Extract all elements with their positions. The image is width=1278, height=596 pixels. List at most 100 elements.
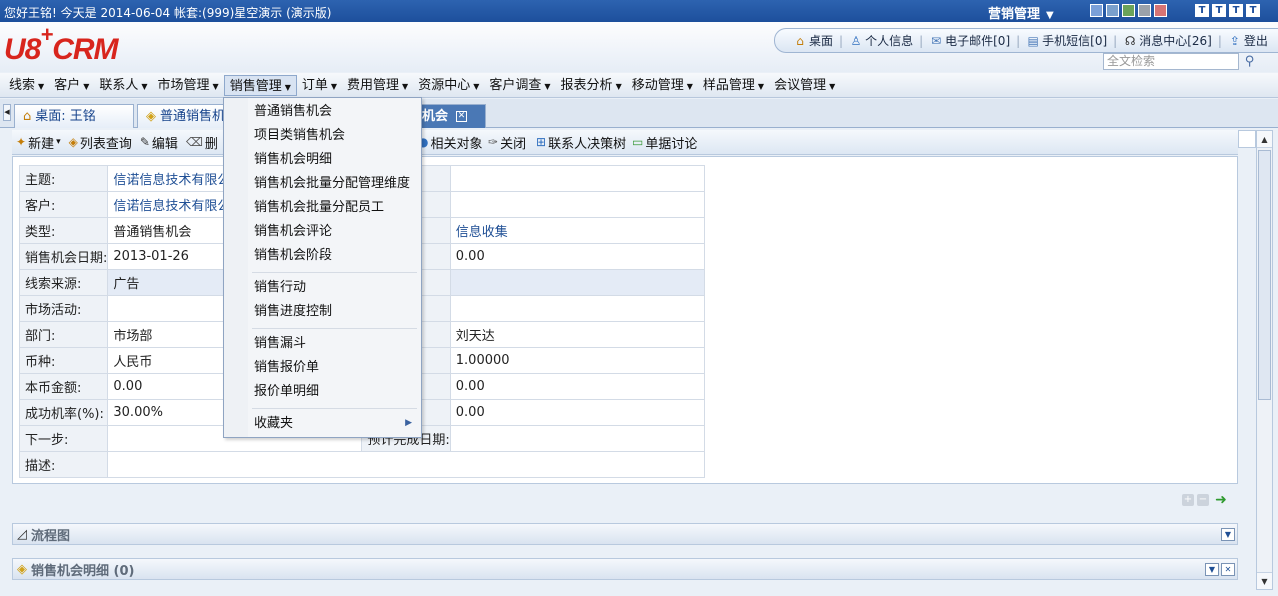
opportunity-icon: ◈ <box>146 108 156 124</box>
field-value: 0.00 <box>449 373 705 400</box>
skin-red[interactable] <box>1154 4 1167 17</box>
menu-item-project-opportunity[interactable]: 项目类销售机会 <box>254 125 345 147</box>
menu-item-favorites[interactable]: 收藏夹 <box>254 413 414 435</box>
menu-item-batch-assign-dimension[interactable]: 销售机会批量分配管理维度 <box>254 173 410 195</box>
top-status-bar: 您好王铭! 今天是 2014-06-04 帐套:(999)星空演示 (演示版) … <box>0 0 1278 22</box>
field-label: 主题: <box>18 165 109 192</box>
contact-decision-tree-button[interactable]: ⊞ 联系人决策树 <box>536 133 626 152</box>
skin-lightblue[interactable] <box>1106 4 1119 17</box>
exchange-rate-value: 1.00000 <box>449 347 705 374</box>
menu-item-sales-progress[interactable]: 销售进度控制 <box>254 301 332 323</box>
record-detail: 主题: 信诺信息技术有限公司 客户: 信诺信息技术有限公司 类型: 普通销售机会 信息收… <box>12 156 1238 484</box>
close-icon[interactable]: ✕ <box>1221 563 1235 576</box>
next-arrow-icon[interactable]: ➜ <box>1212 493 1230 507</box>
menu-item-sales-funnel[interactable]: 销售漏斗 <box>254 333 306 355</box>
logout-icon: ⇪ <box>1229 33 1240 48</box>
detail-panel-title: 销售机会明细 (0) <box>31 563 135 579</box>
menu-item-quotation-detail[interactable]: 报价单明细 <box>254 381 319 403</box>
chart-icon: ◿ <box>17 526 27 542</box>
logout-link[interactable]: ⇪ 登出 <box>1228 32 1268 49</box>
menu-item-batch-assign-employee[interactable]: 销售机会批量分配员工 <box>254 197 384 219</box>
collapse-icon[interactable]: − <box>1197 494 1209 506</box>
sms-link[interactable]: ▤ 手机短信[0] | <box>1026 32 1118 49</box>
close-record-button[interactable]: ✑ 关闭 <box>488 133 526 152</box>
close-icon[interactable]: ✕ <box>456 111 468 122</box>
menu-sales[interactable]: 销售管理 ▼ <box>223 74 297 96</box>
skin-gray[interactable] <box>1138 4 1151 17</box>
module-label: 营销管理 <box>988 7 1041 22</box>
edit-button[interactable]: ✎ 编辑 <box>140 133 178 152</box>
edit-icon: ✎ <box>139 135 150 149</box>
menu-marketing[interactable]: 市场管理 ▼ <box>153 75 224 96</box>
header-links: ⌂ 桌面 | ♙ 个人信息 | ✉ 电子邮件[0] | ▤ 手机短信[0] | ☊ 消息中心[26… <box>774 28 1278 53</box>
message-icon: ☊ <box>1124 33 1136 48</box>
list-query-button[interactable]: ◈ 列表查询 <box>69 133 132 152</box>
new-button[interactable]: ✦ 新建 ▾ <box>16 133 61 152</box>
message-center-link[interactable]: ☊ 消息中心[26] | <box>1123 32 1222 49</box>
u8-crm-logo: U8+CRM <box>4 22 119 66</box>
font-size-button[interactable]: T <box>1195 4 1209 17</box>
menu-item-sales-action[interactable]: 销售行动 <box>254 277 306 299</box>
expected-close-date-value <box>449 425 705 452</box>
scroll-down-icon[interactable]: ▼ <box>1257 572 1272 589</box>
menu-meetings[interactable]: 会议管理 ▼ <box>769 75 840 96</box>
menu-customers[interactable]: 客户 ▼ <box>49 75 94 96</box>
scrollbar-thumb[interactable] <box>1258 150 1271 400</box>
module-switcher[interactable]: 营销管理 ▼ <box>988 3 1054 22</box>
submenu-arrow-icon: ▶ <box>405 418 412 428</box>
discuss-button[interactable]: ▭ 单据讨论 <box>632 133 697 152</box>
app-header: U8+CRM ⌂ 桌面 | ♙ 个人信息 | ✉ 电子邮件[0] | ▤ 手机短信[0] | ☊… <box>0 22 1278 72</box>
chevron-down-icon[interactable]: ▼ <box>1221 528 1235 541</box>
vertical-scrollbar[interactable]: ▲ ▼ <box>1256 130 1273 590</box>
email-link[interactable]: ✉ 电子邮件[0] | <box>929 32 1020 49</box>
field-value: 0.00 <box>449 243 705 270</box>
menu-item-opportunity-detail[interactable]: 销售机会明细 <box>254 149 332 171</box>
home-icon: ⌂ <box>23 108 32 124</box>
font-size-button[interactable]: T <box>1246 4 1260 17</box>
profile-link[interactable]: ♙ 个人信息 | <box>849 32 923 49</box>
detail-panel-header[interactable]: ◈ 销售机会明细 (0) ▼ ✕ <box>12 558 1238 580</box>
menu-samples[interactable]: 样品管理 ▼ <box>698 75 769 96</box>
stage-value[interactable]: 信息收集 <box>449 217 705 244</box>
tab-opportunity[interactable]: ◈ 普通销售机 <box>137 104 227 128</box>
font-size-button[interactable]: T <box>1229 4 1243 17</box>
discuss-icon: ▭ <box>632 135 644 149</box>
chevron-down-icon[interactable]: ▼ <box>1205 563 1219 576</box>
menu-surveys[interactable]: 客户调查 ▼ <box>484 75 555 96</box>
related-objects-button[interactable]: ● 相关对象 <box>418 133 483 152</box>
scroll-up-icon[interactable]: ▲ <box>1257 131 1272 148</box>
field-label: 销售机会日期: <box>18 243 109 270</box>
fulltext-search-input[interactable]: 全文检索 <box>1103 53 1239 70</box>
chevron-down-icon: ▼ <box>1046 10 1054 21</box>
field-label: 市场活动: <box>18 295 109 322</box>
new-icon: ✦ <box>16 135 27 149</box>
record-toolbar: ✦ 新建 ▾ ◈ 列表查询 ✎ 编辑 ⌫ 删 ● 相关对象 ✑ 关闭 ⊞ 联系人决策树 ▭ 单据讨… <box>12 130 1238 155</box>
skin-blue[interactable] <box>1090 4 1103 17</box>
menu-contacts[interactable]: 联系人 ▼ <box>94 75 152 96</box>
font-size-button[interactable]: T <box>1212 4 1226 17</box>
menu-reports[interactable]: 报表分析 ▼ <box>556 75 627 96</box>
menu-item-opportunity-comment[interactable]: 销售机会评论 <box>254 221 332 243</box>
field-label: 下一步: <box>18 425 109 452</box>
main-menubar: 线索 ▼ 客户 ▼ 联系人 ▼ 市场管理 ▼ 销售管理 ▼ 订单 ▼ 费用管理 ▼ 资源中心 ▼… <box>0 73 1278 98</box>
menu-expenses[interactable]: 费用管理 ▼ <box>342 75 413 96</box>
field-label: 类型: <box>18 217 109 244</box>
tab-strip: ◀ ⌂ 桌面: 王铭 ◈ 普通销售机 司机会 ✕ <box>0 99 1278 128</box>
search-icon[interactable]: ⚲ <box>1241 53 1258 70</box>
skin-green[interactable] <box>1122 4 1135 17</box>
desktop-link[interactable]: ⌂ 桌面 | <box>793 32 843 49</box>
menu-item-sales-quotation[interactable]: 销售报价单 <box>254 357 319 379</box>
delete-button[interactable]: ⌫ 删 <box>186 133 218 152</box>
form-controls: + − ➜ <box>1182 493 1230 507</box>
delete-icon: ⌫ <box>185 135 203 149</box>
menu-orders[interactable]: 订单 ▼ <box>297 75 342 96</box>
menu-item-opportunity-stage[interactable]: 销售机会阶段 <box>254 245 332 267</box>
flow-panel-header[interactable]: ◿ 流程图 ▼ <box>12 523 1238 545</box>
menu-mobile[interactable]: 移动管理 ▼ <box>627 75 698 96</box>
menu-item-normal-opportunity[interactable]: 普通销售机会 <box>254 101 332 123</box>
menu-resources[interactable]: 资源中心 ▼ <box>413 75 484 96</box>
tab-scroll-left-icon[interactable]: ◀ <box>3 104 11 121</box>
expand-icon[interactable]: + <box>1182 494 1194 506</box>
menu-leads[interactable]: 线索 ▼ <box>4 75 49 96</box>
tab-desktop[interactable]: ⌂ 桌面: 王铭 <box>14 104 134 128</box>
